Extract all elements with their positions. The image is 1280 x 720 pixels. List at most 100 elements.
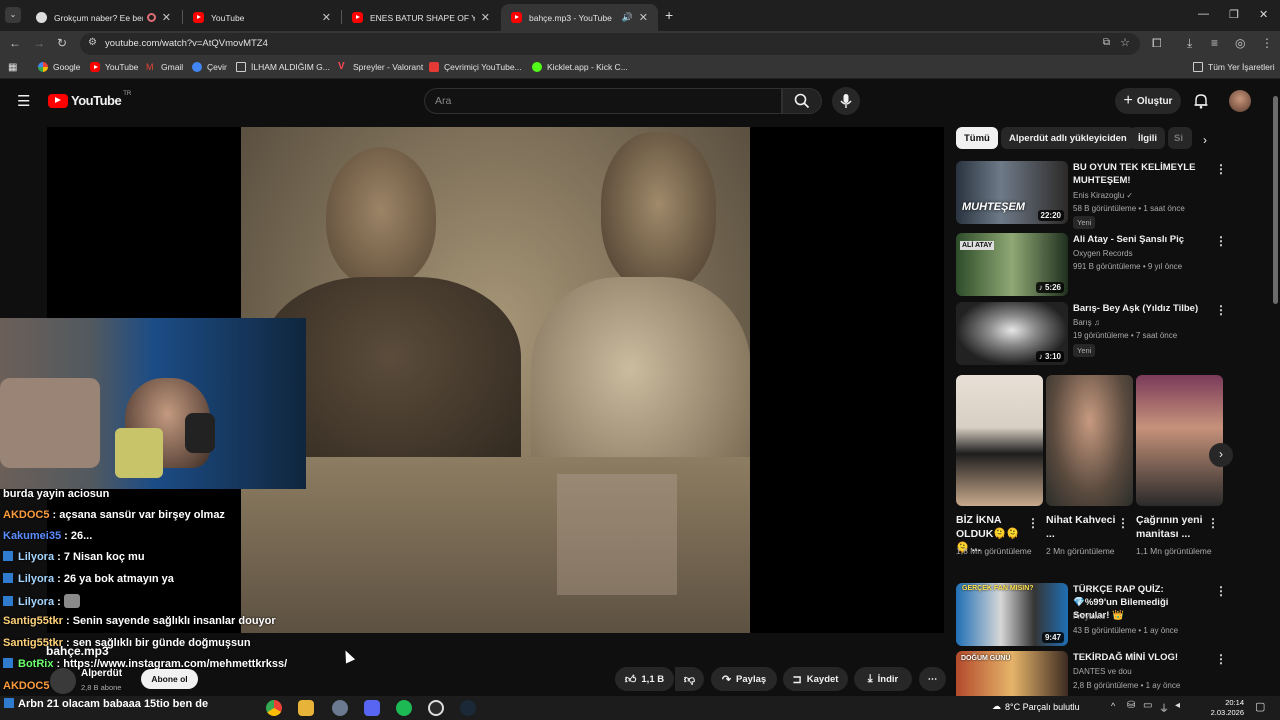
bookmark-google[interactable]: Google <box>38 62 80 72</box>
bookmark-kicklet[interactable]: Kicklet.app - Kick C... <box>532 62 628 72</box>
save-button[interactable]: ⊐ Kaydet <box>783 667 848 691</box>
scrollbar-thumb[interactable] <box>1273 96 1278 304</box>
channel-name[interactable]: Freyawie <box>1073 612 1105 621</box>
discord-icon[interactable] <box>364 700 380 716</box>
share-button[interactable]: ↷ Paylaş <box>711 667 777 691</box>
bookmark-spreyler[interactable]: V Spreyler - Valorant <box>338 62 423 73</box>
menu-icon[interactable]: ⋮ <box>1261 36 1273 50</box>
more-vert-icon[interactable]: ⋮ <box>1215 652 1227 666</box>
channel-name[interactable]: Alperdüt <box>81 668 122 679</box>
chip-partial[interactable]: Si <box>1168 127 1192 149</box>
audio-playing-icon[interactable]: 🔊 <box>622 12 633 23</box>
speaker-icon[interactable]: ◂ <box>1175 700 1180 711</box>
close-icon[interactable]: ✕ <box>162 11 171 24</box>
battery-icon[interactable]: ▭ <box>1143 700 1152 711</box>
chevron-right-icon[interactable]: › <box>1203 133 1207 147</box>
channel-name[interactable]: Oxygen Records <box>1073 249 1133 258</box>
minimize-button[interactable]: — <box>1198 8 1209 20</box>
notifications-bell-icon[interactable] <box>1193 93 1209 109</box>
chip-all[interactable]: Tümü <box>956 127 998 149</box>
more-actions-button[interactable]: ⋯ <box>919 667 946 691</box>
video-thumbnail[interactable]: ♪ 3:10 <box>956 302 1068 365</box>
spotify-icon[interactable] <box>396 700 412 716</box>
new-tab-button[interactable]: + <box>665 7 673 23</box>
shorts-next-button[interactable]: › <box>1209 443 1233 467</box>
chip-related[interactable]: İlgili <box>1130 127 1165 149</box>
install-app-icon[interactable]: ⧉ <box>1103 37 1110 48</box>
notification-center-icon[interactable]: ▢ <box>1255 700 1265 713</box>
bookmark-folder-ilham[interactable]: İLHAM ALDIĞIM G... <box>236 62 330 72</box>
video-title[interactable]: Barış- Bey Aşk (Yıldız Tilbe) <box>1073 302 1203 315</box>
search-input[interactable]: Ara <box>424 88 782 114</box>
more-vert-icon[interactable]: ⋮ <box>1215 303 1227 317</box>
video-thumbnail[interactable]: MUHTEŞEM 22:20 <box>956 161 1068 224</box>
apps-icon[interactable]: ▦ <box>8 62 17 73</box>
tab-bahce[interactable]: bahçe.mp3 - YouTube 🔊 ✕ <box>501 4 658 31</box>
short-title[interactable]: Nihat Kahveci ... <box>1046 513 1121 541</box>
more-vert-icon[interactable]: ⋮ <box>1215 162 1227 176</box>
voice-search-button[interactable] <box>832 87 860 115</box>
obs-icon[interactable] <box>428 700 444 716</box>
close-icon[interactable]: ✕ <box>322 11 331 24</box>
video-thumbnail[interactable]: ALİ ATAY ♪ 5:26 <box>956 233 1068 296</box>
subscribe-button[interactable]: Abone ol <box>141 669 198 689</box>
video-thumbnail[interactable]: DOĞUM GÜNÜ <box>956 651 1068 696</box>
more-vert-icon[interactable]: ⋮ <box>1207 516 1219 530</box>
steam-icon[interactable] <box>460 700 476 716</box>
bookmark-star-icon[interactable]: ☆ <box>1120 36 1130 49</box>
chip-from-uploader[interactable]: Alperdüt adlı yükleyiciden <box>1001 127 1135 149</box>
short-thumbnail[interactable] <box>1136 375 1223 506</box>
avatar[interactable] <box>1229 90 1251 112</box>
all-bookmarks[interactable]: Tüm Yer İşaretleri <box>1193 62 1275 72</box>
channel-avatar[interactable] <box>50 668 76 694</box>
close-icon[interactable]: ✕ <box>639 11 648 24</box>
more-vert-icon[interactable]: ⋮ <box>1215 234 1227 248</box>
reload-icon[interactable]: ↻ <box>57 36 67 50</box>
bookmark-cevir[interactable]: Çevir <box>192 62 227 72</box>
weather-widget[interactable]: ☁ 8°C Parçalı bulutlu <box>992 701 1080 712</box>
youtube-logo[interactable]: YouTube TR <box>48 91 131 108</box>
forward-icon[interactable]: → <box>33 36 45 50</box>
tab-grok[interactable]: Grokçum naber? Ee ben şim ✕ <box>26 4 181 31</box>
usb-icon[interactable]: ⏚ <box>1159 700 1169 715</box>
windows-start-icon[interactable] <box>4 698 14 708</box>
close-window-button[interactable]: ✕ <box>1259 8 1268 21</box>
search-button[interactable] <box>782 88 822 114</box>
tab-search-button[interactable]: ⌄ <box>5 7 21 23</box>
hamburger-menu-icon[interactable]: ☰ <box>17 92 30 110</box>
downloads-icon[interactable]: ⤓ <box>1187 36 1192 51</box>
bookmark-youtube[interactable]: YouTube <box>90 62 138 72</box>
media-control-icon[interactable]: ≡ <box>1211 36 1218 50</box>
tab-enes-batur[interactable]: ENES BATUR SHAPE OF YOU RE ✕ <box>342 4 500 31</box>
channel-name[interactable]: Barış ♫ <box>1073 318 1100 327</box>
address-bar[interactable]: ⚙ youtube.com/watch?v=AtQVmovMTZ4 ⧉ ☆ <box>80 33 1140 55</box>
bookmark-cevrimici[interactable]: Çevrimiçi YouTube... <box>429 62 522 72</box>
dislike-button[interactable]: 👎︎ <box>675 667 704 691</box>
site-info-icon[interactable]: ⚙ <box>88 37 97 48</box>
short-thumbnail[interactable] <box>956 375 1043 506</box>
back-icon[interactable]: ← <box>9 36 21 50</box>
video-title[interactable]: BU OYUN TEK KELİMEYLE MUHTEŞEM! <box>1073 161 1203 187</box>
network-icon[interactable]: ⛁ <box>1127 700 1135 711</box>
video-title[interactable]: TEKİRDAĞ MİNİ VLOG! <box>1073 651 1203 664</box>
more-vert-icon[interactable]: ⋮ <box>1027 516 1039 530</box>
file-explorer-icon[interactable] <box>298 700 314 716</box>
short-title[interactable]: Çağrının yeni manitası ... <box>1136 513 1211 541</box>
tab-youtube[interactable]: YouTube ✕ <box>183 4 341 31</box>
channel-name[interactable]: Enis Kirazoglu ✓ <box>1073 191 1133 200</box>
close-icon[interactable]: ✕ <box>481 11 490 24</box>
more-vert-icon[interactable]: ⋮ <box>1117 516 1129 530</box>
more-vert-icon[interactable]: ⋮ <box>1215 584 1227 598</box>
profile-icon[interactable]: ◎ <box>1235 36 1245 50</box>
like-button[interactable]: 👍︎ 1,1 B <box>615 667 674 691</box>
short-thumbnail[interactable] <box>1046 375 1133 506</box>
download-button[interactable]: ⤓ İndir <box>854 667 912 691</box>
clock[interactable]: 20:14 2.03.2026 <box>1200 698 1244 718</box>
create-button[interactable]: + Oluştur <box>1115 88 1181 114</box>
video-thumbnail[interactable]: GERÇEK FAN MISIN? 9:47 <box>956 583 1068 646</box>
channel-name[interactable]: DANTES ve dou <box>1073 667 1132 676</box>
bookmark-gmail[interactable]: M Gmail <box>146 62 183 72</box>
extensions-icon[interactable]: ⧠ <box>1152 36 1162 51</box>
tray-chevron-icon[interactable]: ^ <box>1111 701 1115 711</box>
restore-button[interactable]: ❐ <box>1229 8 1239 21</box>
